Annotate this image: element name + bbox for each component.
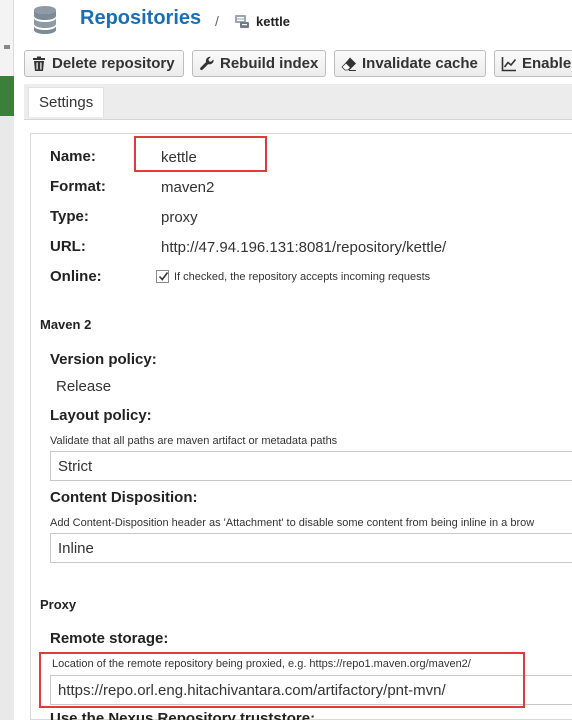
url-label: URL: xyxy=(50,238,86,255)
repository-icon xyxy=(235,15,249,28)
version-policy-value: Release xyxy=(56,378,112,395)
nav-background xyxy=(0,116,14,720)
name-highlight-box xyxy=(134,136,267,172)
repository-url-link[interactable]: http://47.94.196.131:8081/repository/ket… xyxy=(161,239,446,256)
repository-toolbar: Delete repository Rebuild index Invalida… xyxy=(24,50,572,78)
active-nav-indicator xyxy=(0,76,14,116)
format-value: maven2 xyxy=(161,179,215,196)
delete-repository-label: Delete repository xyxy=(52,55,175,72)
online-help-text: If checked, the repository accepts incom… xyxy=(174,271,431,283)
maven-section-title: Maven 2 xyxy=(40,317,92,332)
format-label: Format: xyxy=(50,178,106,195)
breadcrumb-repo-name: kettle xyxy=(256,14,290,29)
line-chart-icon xyxy=(501,56,517,71)
type-label: Type: xyxy=(50,208,89,225)
checkmark-icon xyxy=(158,272,169,281)
collapse-marker[interactable] xyxy=(4,45,10,49)
remote-storage-highlight-box xyxy=(39,652,525,708)
type-value: proxy xyxy=(161,209,198,226)
layout-policy-select[interactable]: Strict xyxy=(50,451,572,481)
invalidate-cache-label: Invalidate cache xyxy=(362,55,478,72)
invalidate-cache-button[interactable]: Invalidate cache xyxy=(334,50,486,77)
name-label: Name: xyxy=(50,148,96,165)
online-checkbox[interactable] xyxy=(156,270,169,283)
layout-policy-help: Validate that all paths are maven artifa… xyxy=(50,435,338,447)
proxy-section-title: Proxy xyxy=(40,597,77,612)
trash-icon xyxy=(33,56,45,71)
tab-settings[interactable]: Settings xyxy=(28,87,105,117)
rebuild-index-label: Rebuild index xyxy=(220,55,319,72)
database-icon xyxy=(34,6,56,34)
content-disposition-select[interactable]: Inline xyxy=(50,533,572,563)
remote-storage-label: Remote storage: xyxy=(50,630,169,647)
tab-bar: Settings xyxy=(24,84,572,120)
layout-policy-label: Layout policy: xyxy=(50,407,152,424)
enable-label: Enable xyxy=(522,55,572,72)
left-navigation-strip xyxy=(0,0,14,720)
content-disposition-help: Add Content-Disposition header as 'Attac… xyxy=(50,517,535,529)
page-title[interactable]: Repositories xyxy=(80,7,201,30)
delete-repository-button[interactable]: Delete repository xyxy=(24,50,184,77)
eraser-icon xyxy=(341,57,356,71)
version-policy-label: Version policy: xyxy=(50,351,157,368)
truststore-label: Use the Nexus Repository truststore: xyxy=(50,710,316,720)
page-header: Repositories / kettle xyxy=(14,0,572,42)
breadcrumb-separator: / xyxy=(215,13,219,29)
enable-button[interactable]: Enable xyxy=(494,50,572,77)
wrench-icon xyxy=(200,56,214,70)
rebuild-index-button[interactable]: Rebuild index xyxy=(192,50,326,77)
online-label: Online: xyxy=(50,268,102,285)
content-disposition-label: Content Disposition: xyxy=(50,489,198,506)
